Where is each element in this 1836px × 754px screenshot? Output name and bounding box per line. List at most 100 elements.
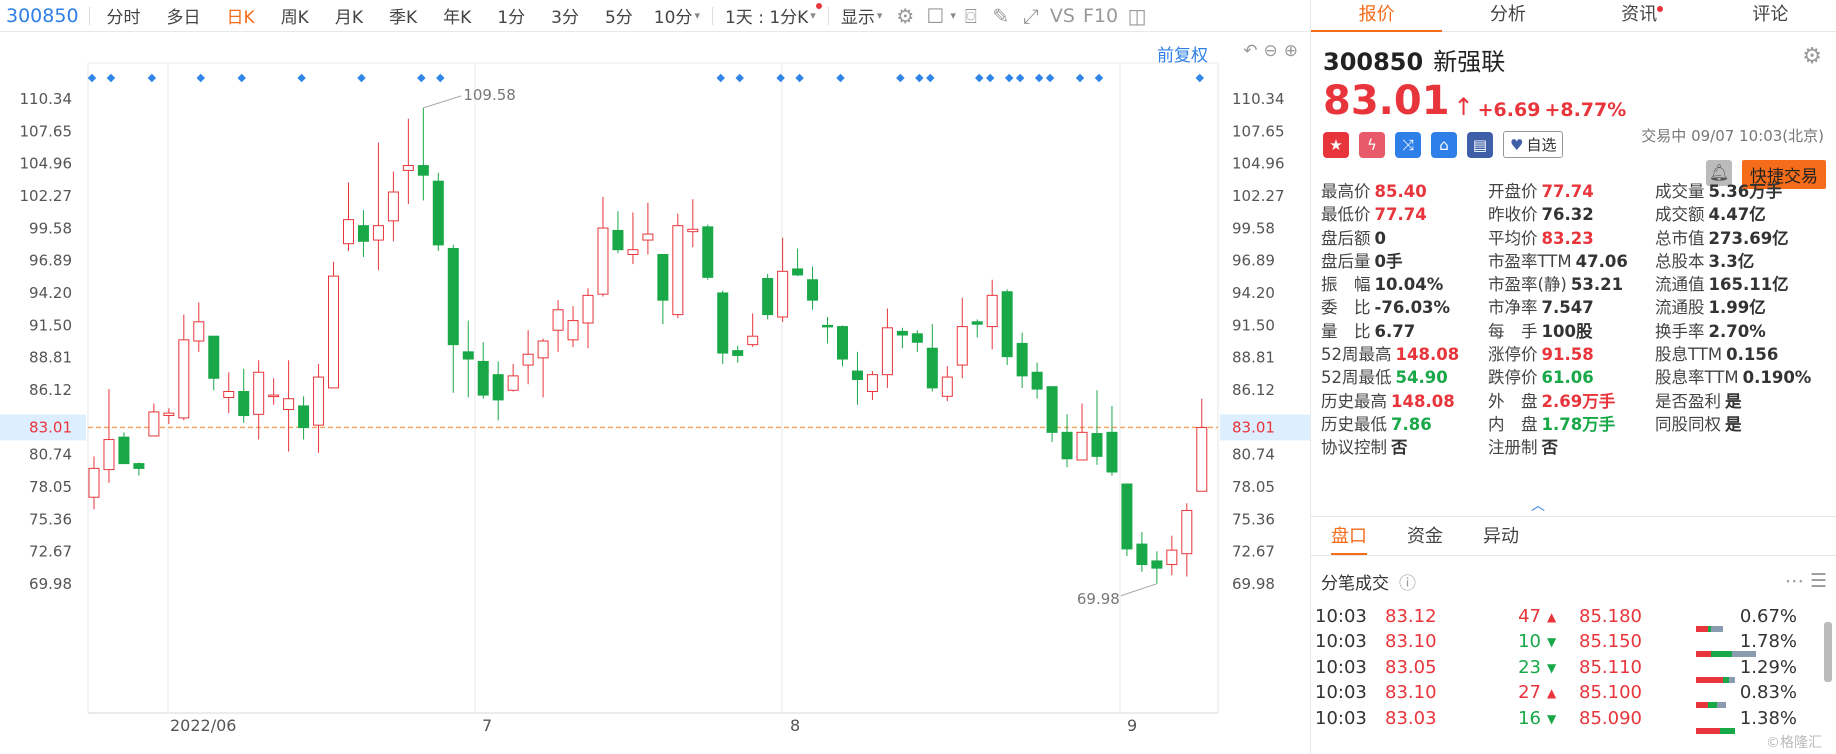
date-axis-label: 9 bbox=[1127, 716, 1137, 735]
tab-quote[interactable]: 报价 bbox=[1311, 0, 1443, 32]
tick-time: 10:03 bbox=[1315, 605, 1367, 627]
zoom-out-icon[interactable]: ⊖ bbox=[1264, 41, 1278, 61]
price-axis-label-left: 104.96 bbox=[20, 155, 73, 173]
tab-analysis[interactable]: 分析 bbox=[1442, 0, 1573, 31]
f10-button[interactable]: F10 bbox=[1079, 5, 1122, 27]
period-yearly-k[interactable]: 年K bbox=[430, 3, 484, 28]
multi-period-select[interactable]: 1天 : 1分K ▾ bbox=[717, 3, 824, 28]
period-weekly-k[interactable]: 周K bbox=[268, 3, 322, 28]
period-1min[interactable]: 1分 bbox=[484, 3, 538, 28]
quote-label: 股息TTM bbox=[1655, 345, 1723, 365]
settings-icon[interactable]: ⚙ bbox=[890, 4, 920, 28]
display-select[interactable]: 显示 ▾ bbox=[833, 3, 891, 28]
event-marker bbox=[237, 73, 246, 83]
shuffle-icon[interactable]: ⤨ bbox=[1395, 131, 1421, 158]
tick-price: 83.05 bbox=[1385, 656, 1437, 678]
quote-label: 市盈率TTM bbox=[1488, 251, 1572, 271]
quote-label: 委 比 bbox=[1321, 298, 1371, 318]
tab-news[interactable]: 资讯 bbox=[1574, 0, 1705, 31]
quote-value: 0.156 bbox=[1726, 345, 1779, 365]
level-price: 85.180 bbox=[1579, 605, 1642, 627]
gear-icon[interactable]: ⚙ bbox=[1802, 44, 1822, 69]
list-icon[interactable]: ☰ bbox=[1810, 570, 1827, 592]
quote-label: 52周最低 bbox=[1321, 368, 1392, 388]
sidebar-toggle-icon[interactable]: ◫ bbox=[1122, 4, 1152, 28]
tick-time: 10:03 bbox=[1315, 707, 1367, 729]
candle-up bbox=[956, 326, 968, 366]
quote-value: 53.21 bbox=[1570, 275, 1624, 295]
level-price: 85.150 bbox=[1579, 631, 1642, 652]
quote-cell: 股息率TTM 0.190% bbox=[1655, 364, 1831, 387]
tab-pankou[interactable]: 盘口 bbox=[1311, 517, 1387, 555]
quote-value: 54.90 bbox=[1395, 368, 1448, 388]
period-5min[interactable]: 5分 bbox=[592, 3, 646, 28]
period-daily-k[interactable]: 日K bbox=[214, 3, 268, 28]
period-duori[interactable]: 多日 bbox=[154, 3, 214, 28]
period-3min[interactable]: 3分 bbox=[538, 3, 592, 28]
tick-volume: 23 bbox=[1518, 656, 1541, 678]
china-flag-icon[interactable]: ★ bbox=[1323, 131, 1349, 158]
candle-down bbox=[792, 268, 804, 276]
quote-value: 47.06 bbox=[1575, 251, 1628, 271]
chevron-up-icon[interactable]: ︿ bbox=[1531, 495, 1545, 515]
price-axis-label-left: 107.65 bbox=[20, 122, 73, 140]
tick-trades-list[interactable]: 10:02 83.11 6 ▼ 10:03 83.12 47 ▲ 85.180 0.67% 10:0… bbox=[1311, 598, 1817, 754]
level-pct: 0.83% bbox=[1739, 682, 1797, 703]
tag-icon[interactable]: ⌂ bbox=[1431, 131, 1457, 158]
tick-controls: ⋯ ☰ bbox=[1785, 570, 1827, 592]
quote-cell: 涨停价 91.58 bbox=[1488, 341, 1655, 364]
more-icon[interactable]: ⋯ bbox=[1785, 570, 1804, 592]
tab-comments[interactable]: 评论 bbox=[1705, 0, 1836, 31]
candle-down bbox=[492, 374, 504, 401]
candle-down bbox=[612, 229, 624, 251]
quote-label: 是否盈利 bbox=[1655, 391, 1721, 411]
stock-code-input[interactable]: 300850 bbox=[0, 5, 85, 27]
tick-volume: 47 bbox=[1518, 605, 1541, 627]
quote-cell: 52周最高 148.08 bbox=[1321, 341, 1488, 364]
tick-time: 10:02 bbox=[1315, 598, 1367, 601]
period-monthly-k[interactable]: 月K bbox=[322, 3, 376, 28]
zoom-in-icon[interactable]: ⊕ bbox=[1284, 41, 1298, 61]
triangle-up-icon: ▲ bbox=[1547, 686, 1557, 700]
period-10min-select[interactable]: 10分 ▾ bbox=[646, 3, 708, 28]
quote-value: 165.11亿 bbox=[1708, 275, 1789, 295]
undo-icon[interactable]: ↶ bbox=[1243, 41, 1257, 61]
quote-label: 最高价 bbox=[1321, 182, 1371, 201]
quote-cell: 昨收价 76.32 bbox=[1488, 201, 1655, 224]
info-icon[interactable]: ⓘ bbox=[1399, 569, 1416, 594]
candlestick-chart[interactable]: 110.34 110.34 107.65 107.65 104.96 104.96 102.… bbox=[0, 33, 1310, 754]
draw-box-icon[interactable]: ☐ bbox=[920, 4, 950, 28]
quote-cell: 外 盘 2.69万手 bbox=[1488, 388, 1655, 411]
quote-label: 成交量 bbox=[1655, 182, 1705, 201]
quote-label: 开盘价 bbox=[1488, 182, 1538, 201]
chart-toolbar: 300850 分时 多日 日K 周K 月K 季K 年K 1分 3分 5分 10分… bbox=[0, 0, 1310, 32]
quote-label: 流通值 bbox=[1655, 275, 1705, 295]
candle-down bbox=[118, 436, 130, 465]
candle-up bbox=[88, 467, 100, 498]
price-axis-label-right: 75.36 bbox=[1232, 510, 1275, 528]
period-quarterly-k[interactable]: 季K bbox=[376, 3, 430, 28]
scrollbar[interactable] bbox=[1824, 622, 1832, 682]
lightning-icon[interactable]: ϟ bbox=[1359, 131, 1385, 158]
fullscreen-icon[interactable]: ⤢ bbox=[1016, 4, 1046, 28]
tab-zijin[interactable]: 资金 bbox=[1387, 517, 1463, 555]
date-axis-label: 8 bbox=[790, 716, 800, 735]
compare-vs-button[interactable]: VS bbox=[1046, 5, 1079, 27]
quote-value: 否 bbox=[1391, 438, 1408, 458]
pencil-icon[interactable]: ✎ bbox=[986, 4, 1016, 28]
quote-panel: 报价 分析 资讯 评论 300850 新强联 ⚙ 83.01 ↑ +6.69 +8… bbox=[1310, 0, 1836, 754]
tick-price: 83.10 bbox=[1385, 682, 1437, 703]
add-watchlist-button[interactable]: ♥ 自选 bbox=[1503, 131, 1564, 158]
tab-yidong[interactable]: 异动 bbox=[1463, 517, 1539, 555]
quote-cell: 成交量 5.36万手 bbox=[1655, 178, 1831, 201]
event-marker bbox=[1015, 73, 1025, 83]
trading-status: 交易中 09/07 10:03(北京) bbox=[1641, 127, 1824, 145]
candle-down bbox=[822, 324, 834, 328]
quote-value: 61.06 bbox=[1541, 368, 1594, 388]
period-fenshi[interactable]: 分时 bbox=[94, 3, 154, 28]
quote-cell: 最高价 85.40 bbox=[1321, 178, 1488, 201]
camera-icon[interactable]: ⌼ bbox=[956, 4, 986, 28]
quote-cell: 流通股 1.99亿 bbox=[1655, 294, 1831, 317]
adjust-mode-button[interactable]: 前复权 bbox=[1157, 41, 1208, 66]
bookmark-icon[interactable]: ▤ bbox=[1467, 131, 1493, 158]
